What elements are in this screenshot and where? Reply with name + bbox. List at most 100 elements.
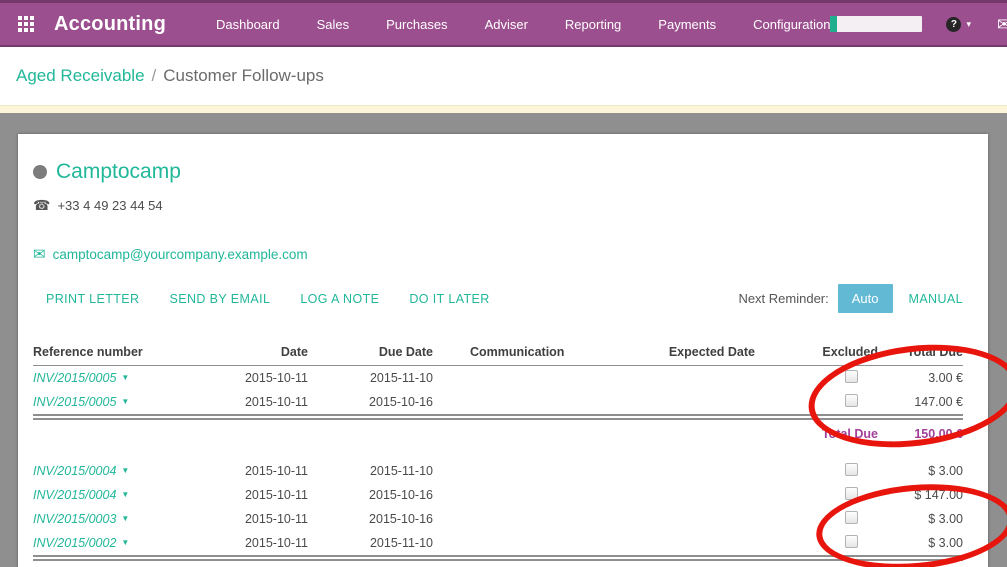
navbar-right-cluster: ? ▾ ✉ 21 [830,16,1007,33]
log-a-note-button[interactable]: LOG A NOTE [300,292,379,306]
breadcrumb-separator: / [152,66,157,86]
contact-bullet-icon [33,165,47,179]
invoice-communication [433,366,623,391]
excluded-checkbox[interactable] [845,463,858,476]
invoice-due-date: 2015-10-16 [308,483,433,507]
header-communication: Communication [433,343,623,366]
invoice-date: 2015-10-11 [208,459,308,483]
next-reminder-group: Next Reminder: Auto MANUAL [738,284,963,313]
envelope-icon: ✉ [33,245,46,263]
invoice-date: 2015-10-11 [208,483,308,507]
nav-item-reporting[interactable]: Reporting [565,17,621,32]
invoice-total-due: $ 147.00 [878,483,963,507]
section-total-amount: $ 156.00 [878,558,963,567]
invoice-row: INV/2015/0004▼2015-10-112015-11-10$ 3.00 [33,459,963,483]
invoice-date: 2015-10-11 [208,531,308,558]
invoice-reference-link[interactable]: INV/2015/0004 [33,488,116,502]
invoice-row: INV/2015/0003 ▼ 2015-10-112015-10-16 $ 3.00 [33,507,963,531]
manual-reminder-button[interactable]: MANUAL [909,292,964,306]
invoice-total-due: $ 3.00 [878,507,963,531]
invoice-expected-date [623,459,773,483]
invoice-row: INV/2015/0004 ▼ 2015-10-112015-10-16 $ 147.… [33,483,963,507]
invoice-expected-date [623,366,773,391]
invoice-expected-date [623,483,773,507]
customer-email-link[interactable]: camptocamp@yourcompany.example.com [53,247,308,262]
invoice-expected-date [623,507,773,531]
section-total-amount: 150.00 € [878,417,963,445]
customer-header: Camptocamp [33,160,963,184]
messages-icon[interactable]: ✉ [997,16,1007,33]
invoice-row: INV/2015/0002▼2015-10-112015-11-10$ 3.00 [33,531,963,558]
breadcrumb-current: Customer Follow-ups [163,66,324,86]
nav-item-payments[interactable]: Payments [658,17,716,32]
chevron-down-icon[interactable]: ▼ [121,514,129,523]
invoice-row: INV/2015/0005▼2015-10-112015-10-16147.00… [33,390,963,417]
action-buttons: PRINT LETTER SEND BY EMAIL LOG A NOTE DO… [46,292,490,306]
invoice-expected-date [623,390,773,417]
table-header-row: Reference number Date Due Date Communica… [33,343,963,366]
planner-progress-fill [830,16,837,32]
nav-item-adviser[interactable]: Adviser [485,17,528,32]
chevron-down-icon[interactable]: ▼ [121,490,129,499]
nav-item-dashboard[interactable]: Dashboard [216,17,280,32]
followup-actions-row: PRINT LETTER SEND BY EMAIL LOG A NOTE DO… [33,284,963,313]
nav-item-purchases[interactable]: Purchases [386,17,447,32]
header-total-due: Total Due [878,343,963,366]
chevron-down-icon[interactable]: ▼ [121,397,129,406]
invoice-date: 2015-10-11 [208,366,308,391]
customer-email-row: ✉ camptocamp@yourcompany.example.com [33,245,963,263]
invoice-expected-date [623,531,773,558]
nav-item-configuration[interactable]: Configuration [753,17,830,32]
header-due-date: Due Date [308,343,433,366]
invoice-row: INV/2015/0005▼2015-10-112015-11-103.00 € [33,366,963,391]
header-expected-date: Expected Date [623,343,773,366]
send-by-email-button[interactable]: SEND BY EMAIL [169,292,270,306]
invoice-reference-link[interactable]: INV/2015/0005 [33,371,116,385]
print-letter-button[interactable]: PRINT LETTER [46,292,139,306]
app-title: Accounting [54,13,166,36]
excluded-checkbox[interactable] [845,394,858,407]
header-date: Date [208,343,308,366]
top-navbar: Accounting Dashboard Sales Purchases Adv… [0,0,1007,47]
invoice-reference-link[interactable]: INV/2015/0004 [33,464,116,478]
chevron-down-icon[interactable]: ▼ [121,466,129,475]
nav-item-sales[interactable]: Sales [317,17,350,32]
help-menu[interactable]: ? ▾ [946,17,971,32]
chevron-down-icon[interactable]: ▼ [121,373,129,382]
invoice-communication [433,507,623,531]
invoice-date: 2015-10-11 [208,507,308,531]
section-total-row: Total Due $ 156.00 [33,558,963,567]
auto-reminder-button[interactable]: Auto [838,284,893,313]
planner-progress-bar[interactable] [830,16,922,32]
excluded-checkbox[interactable] [845,511,858,524]
invoice-total-due: 3.00 € [878,366,963,391]
excluded-checkbox[interactable] [845,370,858,383]
header-reference-number: Reference number [33,343,208,366]
invoice-due-date: 2015-10-16 [308,507,433,531]
customer-phone: +33 4 49 23 44 54 [57,198,162,213]
section-total-label: Total Due [773,558,878,567]
do-it-later-button[interactable]: DO IT LATER [409,292,489,306]
next-reminder-label: Next Reminder: [738,291,828,306]
invoice-total-due: 147.00 € [878,390,963,417]
apps-grid-icon[interactable] [18,16,34,32]
invoice-reference-link[interactable]: INV/2015/0003 [33,512,116,526]
breadcrumb: Aged Receivable / Customer Follow-ups [0,47,1007,105]
section-total-label: Total Due [773,417,878,445]
invoice-due-date: 2015-10-16 [308,390,433,417]
sheet-top-strip [0,105,1007,113]
breadcrumb-parent-link[interactable]: Aged Receivable [16,66,145,86]
invoice-total-due: $ 3.00 [878,531,963,558]
chevron-down-icon[interactable]: ▼ [121,538,129,547]
followup-report-sheet: Camptocamp ☎ +33 4 49 23 44 54 ✉ camptoc… [18,134,988,567]
followup-invoice-table: Reference number Date Due Date Communica… [33,343,963,567]
customer-name-link[interactable]: Camptocamp [56,160,181,184]
invoice-reference-link[interactable]: INV/2015/0005 [33,395,116,409]
invoice-communication [433,459,623,483]
invoice-communication [433,531,623,558]
excluded-checkbox[interactable] [845,487,858,500]
excluded-checkbox[interactable] [845,535,858,548]
customer-phone-row: ☎ +33 4 49 23 44 54 [33,197,963,214]
invoice-due-date: 2015-11-10 [308,459,433,483]
invoice-reference-link[interactable]: INV/2015/0002 [33,536,116,550]
